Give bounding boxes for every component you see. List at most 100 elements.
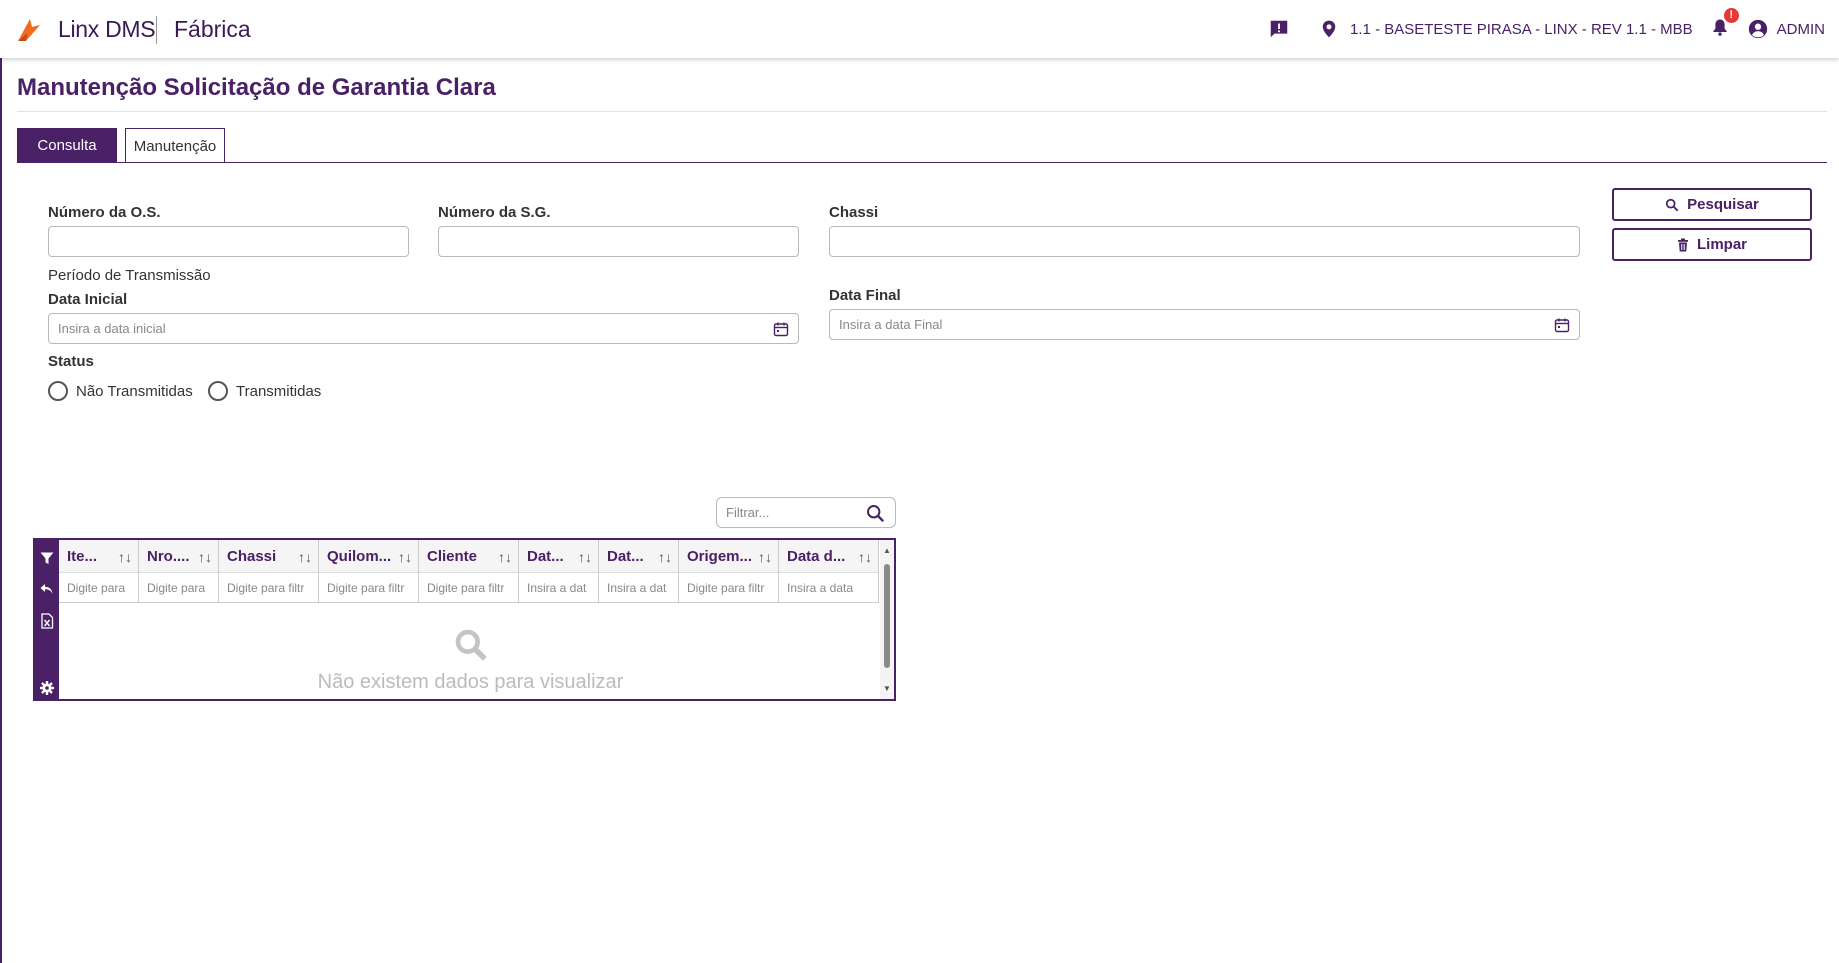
- user-name[interactable]: ADMIN: [1777, 21, 1825, 38]
- column-title: Nro....: [147, 548, 190, 565]
- column-filter-input[interactable]: Digite para filtr: [319, 573, 419, 603]
- start-date-label: Data Inicial: [48, 291, 128, 308]
- sort-icon[interactable]: ↑↓: [578, 549, 592, 565]
- start-date-input[interactable]: Insira a data inicial: [48, 313, 799, 344]
- gear-icon[interactable]: [39, 680, 55, 696]
- module-name: Fábrica: [174, 16, 251, 42]
- start-date-placeholder: Insira a data inicial: [58, 321, 166, 336]
- sort-icon[interactable]: ↑↓: [758, 549, 772, 565]
- column-header[interactable]: Ite... ↑↓: [59, 540, 139, 573]
- column-header[interactable]: Origem... ↑↓: [679, 540, 779, 573]
- empty-state: Não existem dados para visualizar: [59, 628, 882, 694]
- sort-icon[interactable]: ↑↓: [658, 549, 672, 565]
- page-title: Manutenção Solicitação de Garantia Clara: [17, 74, 496, 101]
- period-label: Período de Transmissão: [48, 267, 211, 284]
- grid-filter-row: Digite para Digite para Digite para filt…: [59, 573, 879, 603]
- os-number-input[interactable]: [48, 226, 409, 257]
- column-filter-input[interactable]: Insira a dat: [519, 573, 599, 603]
- trash-icon: [1677, 238, 1688, 251]
- grid-scrollbar[interactable]: ▲ ▼: [880, 540, 894, 699]
- scroll-up-icon[interactable]: ▲: [883, 546, 891, 555]
- radio-nao-transmitidas[interactable]: Não Transmitidas: [48, 381, 193, 401]
- tabs-divider: [17, 162, 1827, 163]
- column-header[interactable]: Quilom... ↑↓: [319, 540, 419, 573]
- excel-export-icon[interactable]: [39, 613, 55, 629]
- radio-label: Transmitidas: [236, 382, 322, 400]
- end-date-label: Data Final: [829, 287, 901, 304]
- grid-header-row: Ite... ↑↓ Nro.... ↑↓ Chassi ↑↓ Quilom... ↑↓ …: [59, 540, 879, 573]
- os-number-label: Número da O.S.: [48, 204, 161, 221]
- search-icon: [1666, 198, 1679, 211]
- column-filter-input[interactable]: Insira a dat: [599, 573, 679, 603]
- scrollbar-thumb[interactable]: [884, 564, 890, 668]
- column-title: Dat...: [607, 548, 644, 565]
- column-title: Ite...: [67, 548, 98, 565]
- linx-logo-icon: [18, 19, 40, 41]
- scroll-down-icon[interactable]: ▼: [883, 684, 891, 693]
- notification-badge: !: [1723, 7, 1739, 23]
- clear-button[interactable]: Limpar: [1612, 228, 1812, 261]
- column-header[interactable]: Cliente ↑↓: [419, 540, 519, 573]
- column-header[interactable]: Dat... ↑↓: [599, 540, 679, 573]
- app-frame: [0, 0, 1839, 963]
- sort-icon[interactable]: ↑↓: [298, 549, 312, 565]
- chassi-input[interactable]: [829, 226, 1580, 257]
- chassi-label: Chassi: [829, 204, 879, 221]
- sg-number-input[interactable]: [438, 226, 799, 257]
- column-filter-input[interactable]: Digite para filtr: [679, 573, 779, 603]
- column-title: Dat...: [527, 548, 564, 565]
- column-header[interactable]: Chassi ↑↓: [219, 540, 319, 573]
- radio-circle[interactable]: [208, 381, 228, 401]
- search-icon[interactable]: [866, 504, 885, 523]
- empty-message: Não existem dados para visualizar: [317, 671, 624, 693]
- tab-manutencao[interactable]: Manutenção: [125, 128, 225, 163]
- search-button[interactable]: Pesquisar: [1612, 188, 1812, 221]
- chat-icon[interactable]: [1268, 18, 1290, 40]
- end-date-placeholder: Insira a data Final: [839, 317, 943, 332]
- sort-icon[interactable]: ↑↓: [398, 549, 412, 565]
- header-actions: 1.1 - BASETESTE PIRASA - LINX - REV 1.1 …: [1268, 0, 1825, 58]
- column-title: Data d...: [787, 548, 846, 565]
- column-title: Cliente: [427, 548, 478, 565]
- column-header[interactable]: Data d... ↑↓: [779, 540, 879, 573]
- location-pin-icon[interactable]: [1318, 18, 1340, 40]
- column-header[interactable]: Nro.... ↑↓: [139, 540, 219, 573]
- search-button-label: Pesquisar: [1687, 196, 1759, 213]
- radio-label: Não Transmitidas: [76, 382, 193, 400]
- radio-circle[interactable]: [48, 381, 68, 401]
- brand-name: Linx DMS: [58, 16, 156, 42]
- sg-number-label: Número da S.G.: [438, 204, 551, 221]
- search-icon: [455, 629, 487, 661]
- tab-consulta[interactable]: Consulta: [17, 128, 117, 163]
- column-header[interactable]: Dat... ↑↓: [519, 540, 599, 573]
- column-filter-input[interactable]: Digite para: [139, 573, 219, 603]
- undo-icon[interactable]: [39, 581, 55, 597]
- brand-divider: [156, 16, 157, 44]
- grid-toolbar: [35, 540, 59, 699]
- title-divider: [17, 111, 1827, 112]
- filter-icon[interactable]: [39, 550, 55, 566]
- sort-icon[interactable]: ↑↓: [498, 549, 512, 565]
- column-filter-input[interactable]: Digite para filtr: [419, 573, 519, 603]
- column-title: Chassi: [227, 548, 277, 565]
- sort-icon[interactable]: ↑↓: [118, 549, 132, 565]
- grid-search-placeholder: Filtrar...: [726, 505, 770, 520]
- column-filter-input[interactable]: Digite para: [59, 573, 139, 603]
- status-label: Status: [48, 353, 94, 370]
- notifications-button[interactable]: !: [1709, 7, 1739, 43]
- sort-icon[interactable]: ↑↓: [198, 549, 212, 565]
- column-filter-input[interactable]: Insira a data: [779, 573, 879, 603]
- radio-transmitidas[interactable]: Transmitidas: [208, 381, 321, 401]
- grid-search-input[interactable]: Filtrar...: [716, 497, 896, 528]
- user-avatar-icon[interactable]: [1747, 18, 1769, 40]
- sort-icon[interactable]: ↑↓: [858, 549, 872, 565]
- location-selector[interactable]: 1.1 - BASETESTE PIRASA - LINX - REV 1.1 …: [1350, 21, 1693, 38]
- column-title: Quilom...: [327, 548, 392, 565]
- end-date-input[interactable]: Insira a data Final: [829, 309, 1580, 340]
- column-title: Origem...: [687, 548, 753, 565]
- column-filter-input[interactable]: Digite para filtr: [219, 573, 319, 603]
- top-bar: Linx DMS Fábrica 1.1 - BASETESTE PIRASA …: [0, 0, 1839, 58]
- data-grid: Ite... ↑↓ Nro.... ↑↓ Chassi ↑↓ Quilom... ↑↓ …: [33, 538, 896, 701]
- calendar-icon[interactable]: [773, 321, 789, 337]
- calendar-icon[interactable]: [1554, 317, 1570, 333]
